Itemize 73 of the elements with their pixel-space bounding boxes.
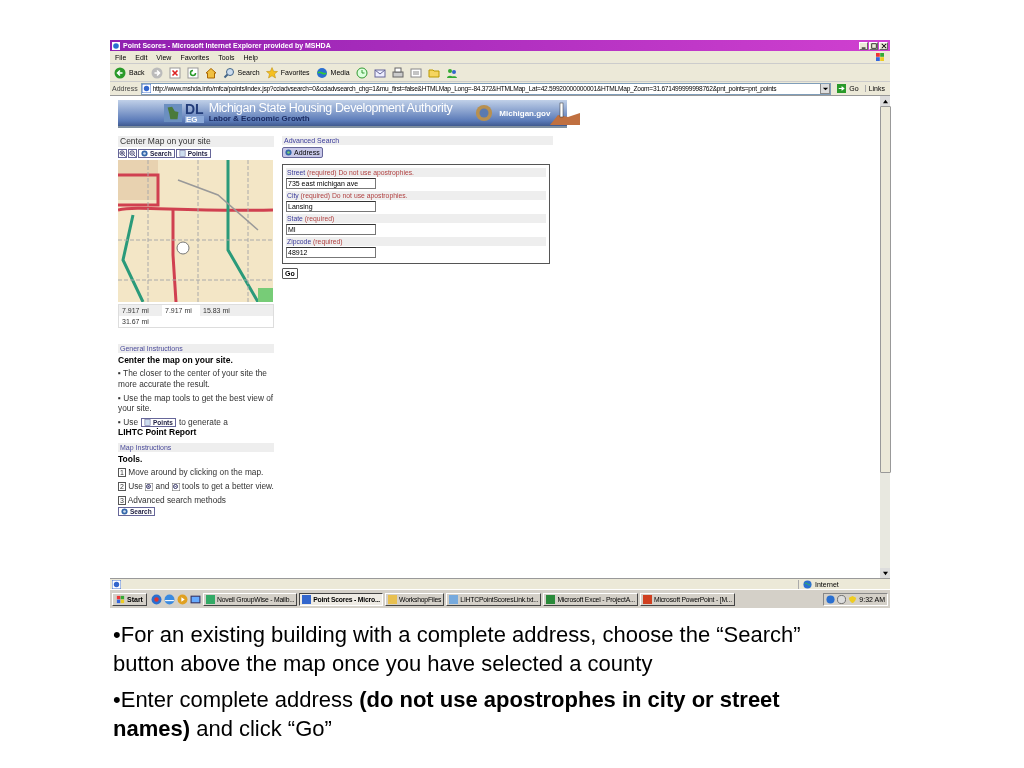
zoom-out-button[interactable] bbox=[128, 149, 137, 158]
search-icon bbox=[222, 66, 235, 79]
windows-logo-icon bbox=[116, 594, 125, 604]
history-icon[interactable] bbox=[355, 66, 368, 79]
document-icon bbox=[144, 418, 151, 426]
search-icon bbox=[121, 508, 128, 516]
close-button[interactable] bbox=[879, 41, 888, 50]
star-icon bbox=[265, 66, 278, 79]
shield-icon bbox=[848, 594, 858, 604]
printer-icon[interactable] bbox=[391, 66, 404, 79]
globe-icon bbox=[803, 579, 812, 589]
scrollbar[interactable] bbox=[880, 96, 890, 578]
instructions-title: Center the map on your site. bbox=[118, 355, 233, 365]
dleg-logo: DL EG bbox=[185, 103, 204, 123]
seal-icon bbox=[475, 104, 494, 122]
search-icon bbox=[285, 149, 292, 156]
clock-icon bbox=[837, 594, 847, 604]
instruction-text: ▪ Use the map tools to get the best view of your site. bbox=[118, 392, 274, 415]
close-icon bbox=[880, 42, 887, 49]
document-icon[interactable] bbox=[409, 66, 422, 79]
page-icon bbox=[141, 84, 151, 93]
document-icon bbox=[178, 150, 186, 157]
stop-icon[interactable] bbox=[168, 66, 181, 79]
instruction-text: ▪ The closer to the center of your site the more accurate the result. bbox=[118, 368, 268, 390]
home-icon[interactable] bbox=[204, 66, 217, 79]
app-icon bbox=[643, 594, 653, 604]
lighthouse-icon bbox=[550, 101, 581, 125]
instruction-text: and bbox=[155, 480, 170, 491]
people-icon[interactable] bbox=[445, 66, 458, 79]
maximize-icon bbox=[870, 42, 877, 49]
state-map-icon bbox=[164, 103, 182, 123]
windows-logo-icon bbox=[875, 52, 885, 62]
up-arrow-icon bbox=[882, 98, 888, 104]
zoom-in-icon bbox=[119, 150, 126, 157]
zoom-out-icon bbox=[171, 482, 180, 491]
slide-bullet-text: •Enter complete address (do not use apostrophes in city or street names) and click “Go” bbox=[113, 685, 781, 743]
instruction-text: Use bbox=[128, 480, 143, 491]
minimize-button[interactable] bbox=[859, 41, 868, 50]
app-icon bbox=[388, 594, 398, 604]
browser-icon bbox=[112, 41, 120, 50]
banner-title: Michigan State Housing Development Authority bbox=[208, 102, 453, 116]
app-icon bbox=[302, 594, 312, 604]
mail-icon[interactable] bbox=[373, 66, 386, 79]
panel-heading: Center Map on your site bbox=[118, 136, 274, 147]
app-icon bbox=[205, 594, 215, 604]
back-arrow-icon bbox=[114, 66, 126, 79]
refresh-icon[interactable] bbox=[186, 66, 199, 79]
instruction-text: to generate a bbox=[178, 417, 228, 428]
banner-subtitle: Labor & Economic Growth bbox=[208, 115, 310, 124]
dropdown-button[interactable] bbox=[820, 83, 831, 94]
caret-icon bbox=[821, 85, 829, 92]
desktop-icon[interactable] bbox=[189, 593, 201, 605]
maximize-button[interactable] bbox=[869, 41, 878, 50]
globe-icon bbox=[826, 594, 836, 604]
browser-icon[interactable] bbox=[163, 593, 175, 605]
instruction-text: tools to get a better view. bbox=[182, 480, 274, 491]
instruction-text: Move around by clicking on the map. bbox=[128, 467, 264, 478]
report-title: LIHTC Point Report bbox=[118, 427, 197, 438]
search-icon bbox=[141, 150, 148, 157]
zoom-out-icon bbox=[129, 150, 136, 157]
globe-icon bbox=[315, 66, 328, 79]
site-logo-text: Michigan.gov bbox=[499, 108, 551, 118]
zoom-in-button[interactable] bbox=[118, 149, 127, 158]
instruction-text: Advanced search methods bbox=[127, 494, 226, 505]
zoom-in-icon bbox=[145, 482, 154, 491]
down-arrow-icon bbox=[882, 570, 888, 576]
app-icon bbox=[449, 594, 459, 604]
arrow-icon bbox=[837, 84, 847, 93]
slide-bullet-text: •For an existing building with a complete address, choose the “Search” button above the map once you have selected a county bbox=[113, 621, 802, 679]
network-icon[interactable] bbox=[150, 593, 162, 605]
instructions-title: Tools. bbox=[118, 454, 143, 465]
app-icon bbox=[546, 594, 556, 604]
instruction-text: ▪ Use bbox=[118, 417, 138, 428]
